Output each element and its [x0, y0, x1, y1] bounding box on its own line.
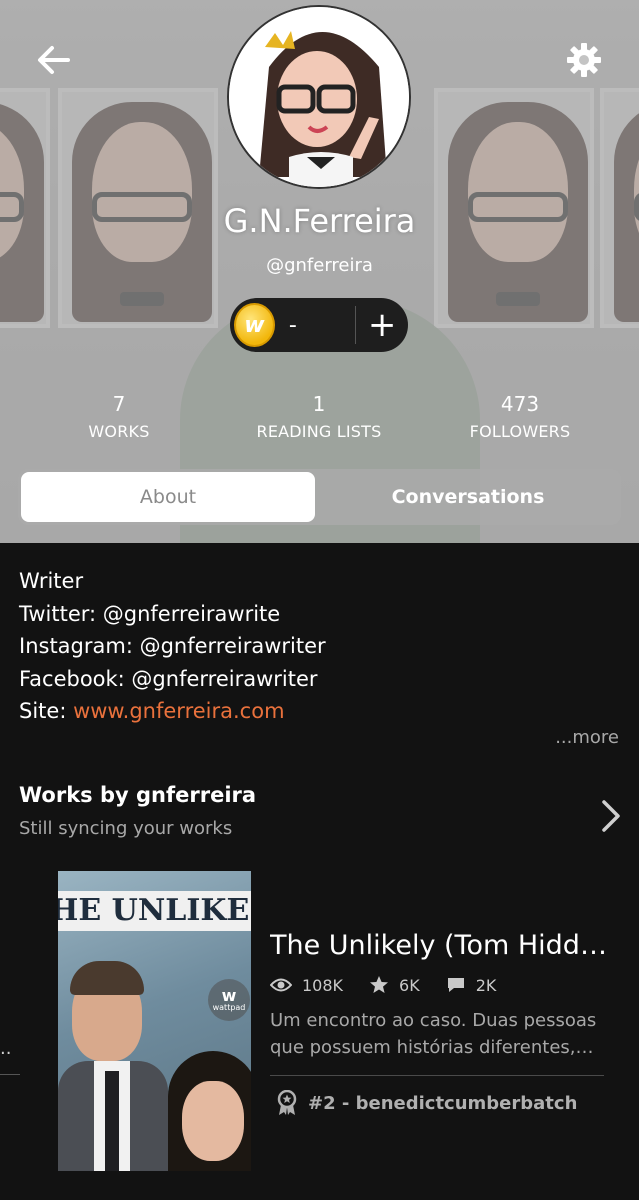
- profile-bio: Writer Twitter: @gnferreirawrite Instagr…: [19, 565, 326, 728]
- coins-widget[interactable]: w - +: [230, 298, 408, 352]
- wattpad-logo-icon: w wattpad: [208, 979, 250, 1021]
- avatar-image: [229, 7, 409, 187]
- comments-stat: 2K: [446, 975, 497, 995]
- comment-icon: [447, 978, 464, 992]
- coin-balance: -: [288, 312, 297, 338]
- votes-stat: 6K: [369, 975, 420, 995]
- buy-coins-button[interactable]: +: [356, 308, 408, 342]
- coin-icon: w: [234, 303, 275, 347]
- works-section-title: Works by gnferreira: [19, 783, 257, 807]
- previous-card-peek: ..: [0, 1038, 12, 1059]
- stat-label: FOLLOWERS: [469, 422, 571, 441]
- profile-header: G.N.Ferreira @gnferreira w - + 7 WORKS 1…: [0, 0, 639, 543]
- bio-line: Writer: [19, 569, 84, 593]
- bio-line: Facebook: @gnferreirawriter: [19, 666, 318, 691]
- stat-label: READING LISTS: [256, 422, 382, 441]
- award-ribbon-icon: [277, 1090, 297, 1115]
- eye-icon: [270, 978, 292, 992]
- chevron-right-icon[interactable]: [598, 796, 624, 836]
- comments-count: 2K: [475, 975, 497, 995]
- star-icon: [370, 976, 389, 993]
- more-link[interactable]: ...more: [555, 727, 619, 748]
- reads-stat: 108K: [270, 976, 343, 995]
- bio-line: Instagram: @gnferreirawriter: [19, 634, 326, 658]
- bio-site-label: Site:: [19, 699, 74, 723]
- wattpad-logo-label: wattpad: [212, 1003, 246, 1012]
- story-stats: 108K 6K 2K: [270, 975, 522, 995]
- story-cover[interactable]: HE UNLIKE w wattpad: [58, 871, 251, 1171]
- gear-icon[interactable]: [564, 40, 604, 80]
- stat-label: WORKS: [88, 422, 150, 441]
- site-link[interactable]: www.gnferreira.com: [73, 699, 284, 723]
- works-section-subtitle: Still syncing your works: [19, 818, 233, 839]
- profile-tabs: About Conversations: [18, 469, 621, 525]
- profile-username: G.N.Ferreira: [223, 202, 416, 240]
- profile-handle: @gnferreira: [266, 255, 373, 276]
- bio-site-line: Site: www.gnferreira.com: [19, 695, 326, 728]
- story-title[interactable]: The Unlikely (Tom Hidd…: [270, 930, 610, 961]
- cover-title-text: HE UNLIKE: [58, 891, 251, 931]
- stat-value: 7: [112, 392, 126, 416]
- avatar[interactable]: [227, 5, 411, 189]
- votes-count: 6K: [399, 975, 420, 995]
- stat-value: 1: [312, 392, 326, 416]
- divider: [270, 1075, 604, 1076]
- tab-about[interactable]: About: [21, 472, 315, 522]
- stat-followers[interactable]: 473 FOLLOWERS: [420, 392, 620, 441]
- story-rank: #2 - benedictcumberbatch: [276, 1090, 577, 1116]
- stat-reading-lists[interactable]: 1 READING LISTS: [219, 392, 419, 441]
- tab-conversations[interactable]: Conversations: [318, 472, 618, 522]
- rank-text: #2 - benedictcumberbatch: [308, 1092, 578, 1114]
- divider: [0, 1074, 20, 1075]
- back-arrow-icon[interactable]: [34, 40, 74, 80]
- stat-works[interactable]: 7 WORKS: [19, 392, 219, 441]
- bio-line: Twitter: @gnferreirawrite: [19, 601, 281, 626]
- story-description: Um encontro ao caso. Duas pessoas que po…: [270, 1010, 597, 1058]
- stat-value: 473: [500, 392, 540, 416]
- reads-count: 108K: [302, 975, 344, 995]
